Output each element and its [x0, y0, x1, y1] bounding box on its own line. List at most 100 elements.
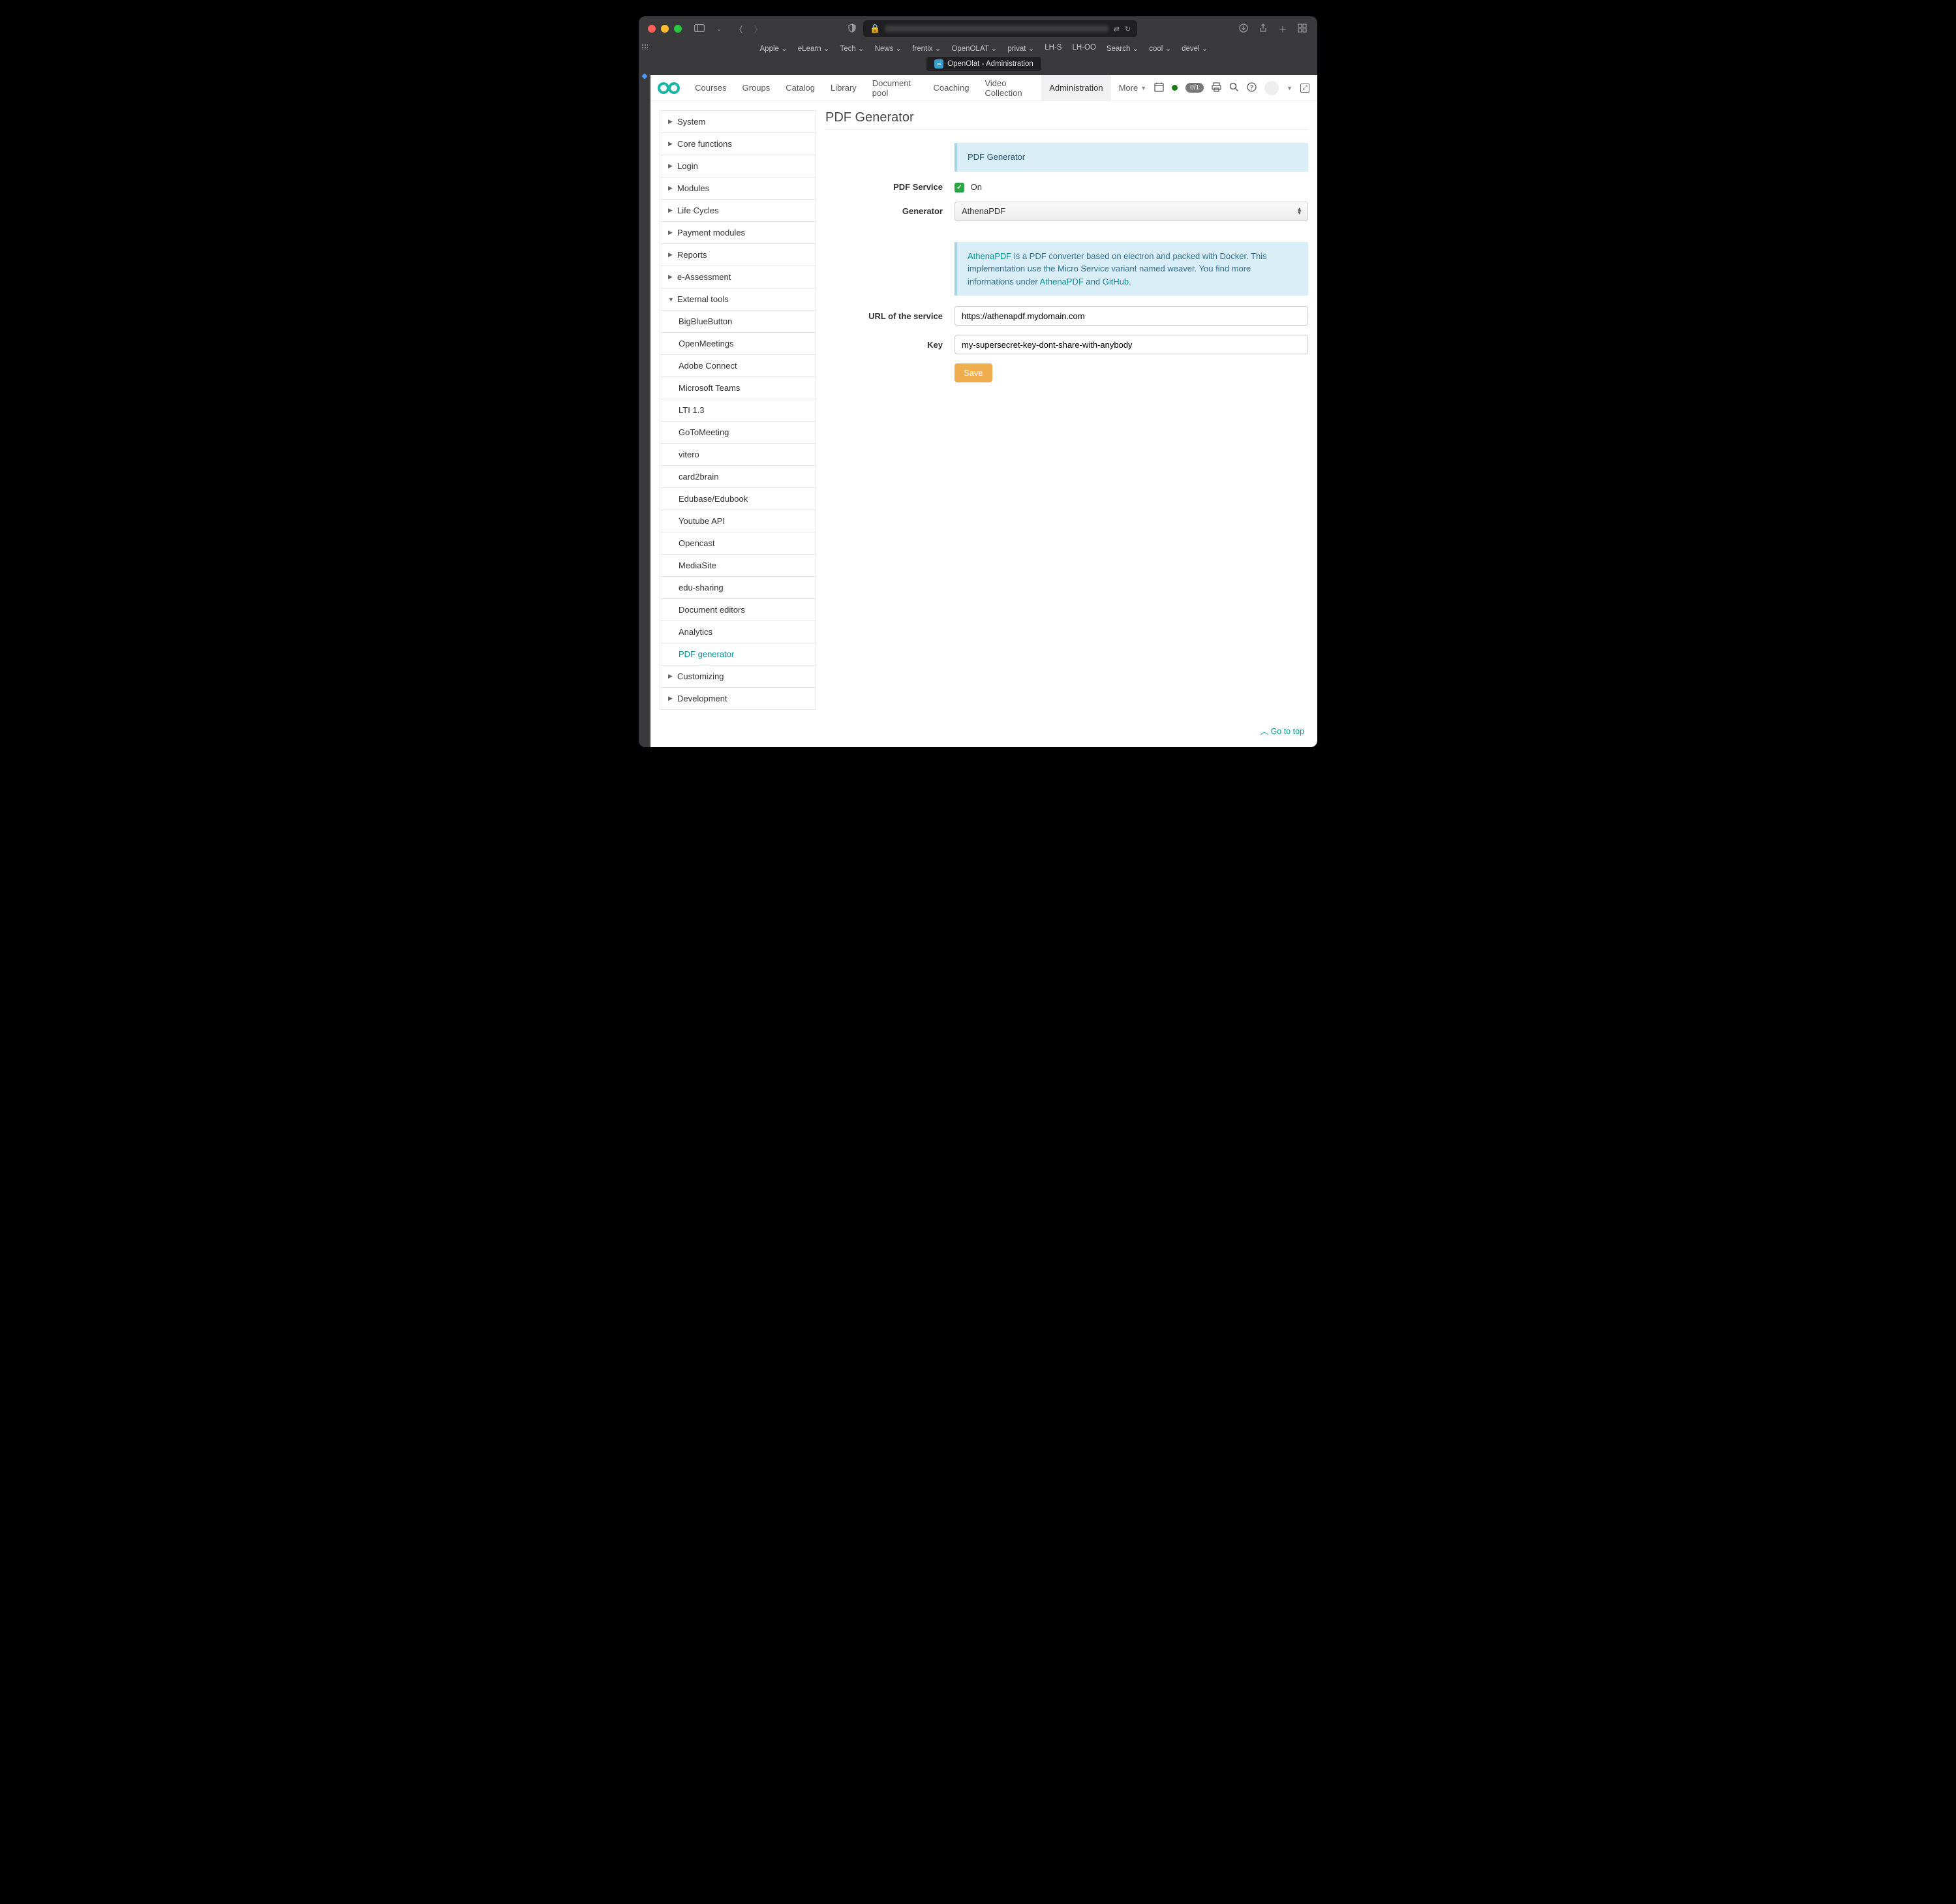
athenapdf-link-2[interactable]: AthenaPDF — [1040, 277, 1084, 286]
sidebar-payment-modules[interactable]: ▶Payment modules — [660, 222, 816, 244]
titlebar: ⌄ 〈 〉 🔒 ⇄ ↻ ＋ — [639, 16, 1317, 41]
sidebar-mediasite[interactable]: MediaSite — [660, 555, 816, 577]
back-button[interactable]: 〈 — [733, 23, 744, 35]
sidebar-e-assessment[interactable]: ▶e-Assessment — [660, 266, 816, 288]
fullscreen-icon[interactable]: ⤢ — [1300, 84, 1309, 93]
sidebar-card2brain[interactable]: card2brain — [660, 466, 816, 488]
nav-groups[interactable]: Groups — [735, 75, 778, 101]
sidebar-microsoft-teams[interactable]: Microsoft Teams — [660, 377, 816, 399]
key-label: Key — [838, 340, 955, 350]
bookmark-item[interactable]: eLearn ⌄ — [798, 44, 830, 53]
nav-more[interactable]: More▼ — [1111, 75, 1155, 101]
chevron-updown-icon: ▴▾ — [1298, 207, 1301, 215]
sidebar-edu-sharing[interactable]: edu-sharing — [660, 577, 816, 599]
sidebar-system[interactable]: ▶System — [660, 110, 816, 133]
pdf-service-checkbox[interactable]: ✓ — [955, 183, 964, 192]
page-title: PDF Generator — [825, 110, 1308, 130]
avatar[interactable] — [1264, 81, 1279, 95]
bookmark-item[interactable]: OpenOLAT ⌄ — [951, 44, 997, 53]
sidebar-openmeetings[interactable]: OpenMeetings — [660, 333, 816, 355]
tab-dropdown-icon[interactable]: ⌄ — [713, 25, 725, 33]
nav-administration[interactable]: Administration — [1041, 75, 1110, 101]
go-to-top-link[interactable]: ︿ Go to top — [1261, 727, 1304, 736]
sidebar-customizing[interactable]: ▶Customizing — [660, 666, 816, 688]
nav-library[interactable]: Library — [823, 75, 864, 101]
sidebar-opencast[interactable]: Opencast — [660, 532, 816, 555]
sidebar-analytics[interactable]: Analytics — [660, 621, 816, 643]
sidebar-lti[interactable]: LTI 1.3 — [660, 399, 816, 422]
bookmark-item[interactable]: Tech ⌄ — [840, 44, 864, 53]
chevron-up-icon: ︿ — [1261, 727, 1269, 736]
browser-window: ⌄ 〈 〉 🔒 ⇄ ↻ ＋ — [639, 16, 1317, 747]
sidebar-gotomeeting[interactable]: GoToMeeting — [660, 422, 816, 444]
apps-grid-icon[interactable] — [641, 44, 648, 50]
share-icon[interactable] — [1257, 23, 1269, 35]
pdf-service-label: PDF Service — [838, 182, 955, 192]
calendar-icon[interactable] — [1154, 82, 1164, 94]
notification-badge[interactable]: 0/1 — [1185, 83, 1204, 93]
help-icon[interactable]: ? — [1247, 82, 1257, 94]
close-window-button[interactable] — [648, 25, 656, 33]
fullscreen-window-button[interactable] — [674, 25, 682, 33]
sidebar-bigbluebutton[interactable]: BigBlueButton — [660, 311, 816, 333]
bookmark-item[interactable]: LH-OO — [1072, 44, 1095, 53]
address-bar[interactable]: 🔒 ⇄ ↻ — [863, 20, 1137, 37]
forward-button[interactable]: 〉 — [752, 23, 764, 35]
on-label: On — [971, 182, 982, 192]
downloads-icon[interactable] — [1238, 23, 1249, 35]
bookmark-item[interactable]: frentix ⌄ — [912, 44, 941, 53]
print-icon[interactable] — [1212, 82, 1221, 94]
nav-video-collection[interactable]: Video Collection — [977, 75, 1041, 101]
info-box: AthenaPDF is a PDF converter based on el… — [955, 242, 1308, 296]
user-menu-caret[interactable]: ▼ — [1287, 85, 1292, 91]
sidebar-adobe-connect[interactable]: Adobe Connect — [660, 355, 816, 377]
tab-overview-icon[interactable] — [1296, 23, 1308, 35]
athenapdf-link-1[interactable]: AthenaPDF — [968, 251, 1011, 261]
nav-courses[interactable]: Courses — [687, 75, 734, 101]
new-tab-icon[interactable]: ＋ — [1277, 23, 1289, 35]
traffic-lights — [648, 25, 682, 33]
nav-catalog[interactable]: Catalog — [778, 75, 823, 101]
banner: PDF Generator — [955, 143, 1308, 172]
bookmark-item[interactable]: Apple ⌄ — [760, 44, 787, 53]
nav-coaching[interactable]: Coaching — [926, 75, 977, 101]
key-input[interactable] — [955, 335, 1308, 354]
shield-icon[interactable] — [846, 23, 858, 35]
sidebar-modules[interactable]: ▶Modules — [660, 177, 816, 200]
bookmark-item[interactable]: News ⌄ — [875, 44, 902, 53]
sidebar-vitero[interactable]: vitero — [660, 444, 816, 466]
bookmark-item[interactable]: LH-S — [1045, 44, 1062, 53]
status-indicator[interactable] — [1172, 85, 1178, 91]
bookmark-item[interactable]: devel ⌄ — [1182, 44, 1208, 53]
sidebar-document-editors[interactable]: Document editors — [660, 599, 816, 621]
sidebar-development[interactable]: ▶Development — [660, 688, 816, 710]
github-link[interactable]: GitHub — [1103, 277, 1129, 286]
sidebar-youtube-api[interactable]: Youtube API — [660, 510, 816, 532]
sidebar-reports[interactable]: ▶Reports — [660, 244, 816, 266]
logo[interactable] — [657, 81, 680, 95]
bookmark-item[interactable]: privat ⌄ — [1007, 44, 1034, 53]
top-nav: Courses Groups Catalog Library Document … — [650, 75, 1317, 101]
translate-icon[interactable]: ⇄ — [1114, 25, 1120, 33]
nav-document-pool[interactable]: Document pool — [864, 75, 926, 101]
main-content: PDF Generator PDF Generator PDF Service … — [825, 110, 1308, 710]
bookmarks-bar: Apple ⌄ eLearn ⌄ Tech ⌄ News ⌄ frentix ⌄… — [650, 41, 1317, 57]
save-button[interactable]: Save — [955, 363, 992, 382]
search-icon[interactable] — [1229, 82, 1239, 94]
minimize-window-button[interactable] — [661, 25, 669, 33]
generator-select[interactable]: AthenaPDF ▴▾ — [955, 202, 1308, 221]
bookmark-item[interactable]: cool ⌄ — [1149, 44, 1171, 53]
sidebar-toggle-icon[interactable] — [694, 24, 705, 34]
extension-icon[interactable]: ◆ — [641, 71, 647, 80]
sidebar-core-functions[interactable]: ▶Core functions — [660, 133, 816, 155]
url-input[interactable] — [955, 306, 1308, 326]
sidebar-edubase[interactable]: Edubase/Edubook — [660, 488, 816, 510]
browser-tab[interactable]: ∞ OpenOlat - Administration — [926, 57, 1041, 71]
sidebar-pdf-generator[interactable]: PDF generator — [660, 643, 816, 666]
sidebar-life-cycles[interactable]: ▶Life Cycles — [660, 200, 816, 222]
sidebar-external-tools[interactable]: ▼External tools — [660, 288, 816, 311]
footer: ︿ Go to top — [650, 719, 1317, 747]
bookmark-item[interactable]: Search ⌄ — [1107, 44, 1138, 53]
sidebar-login[interactable]: ▶Login — [660, 155, 816, 177]
reload-icon[interactable]: ↻ — [1125, 25, 1131, 33]
